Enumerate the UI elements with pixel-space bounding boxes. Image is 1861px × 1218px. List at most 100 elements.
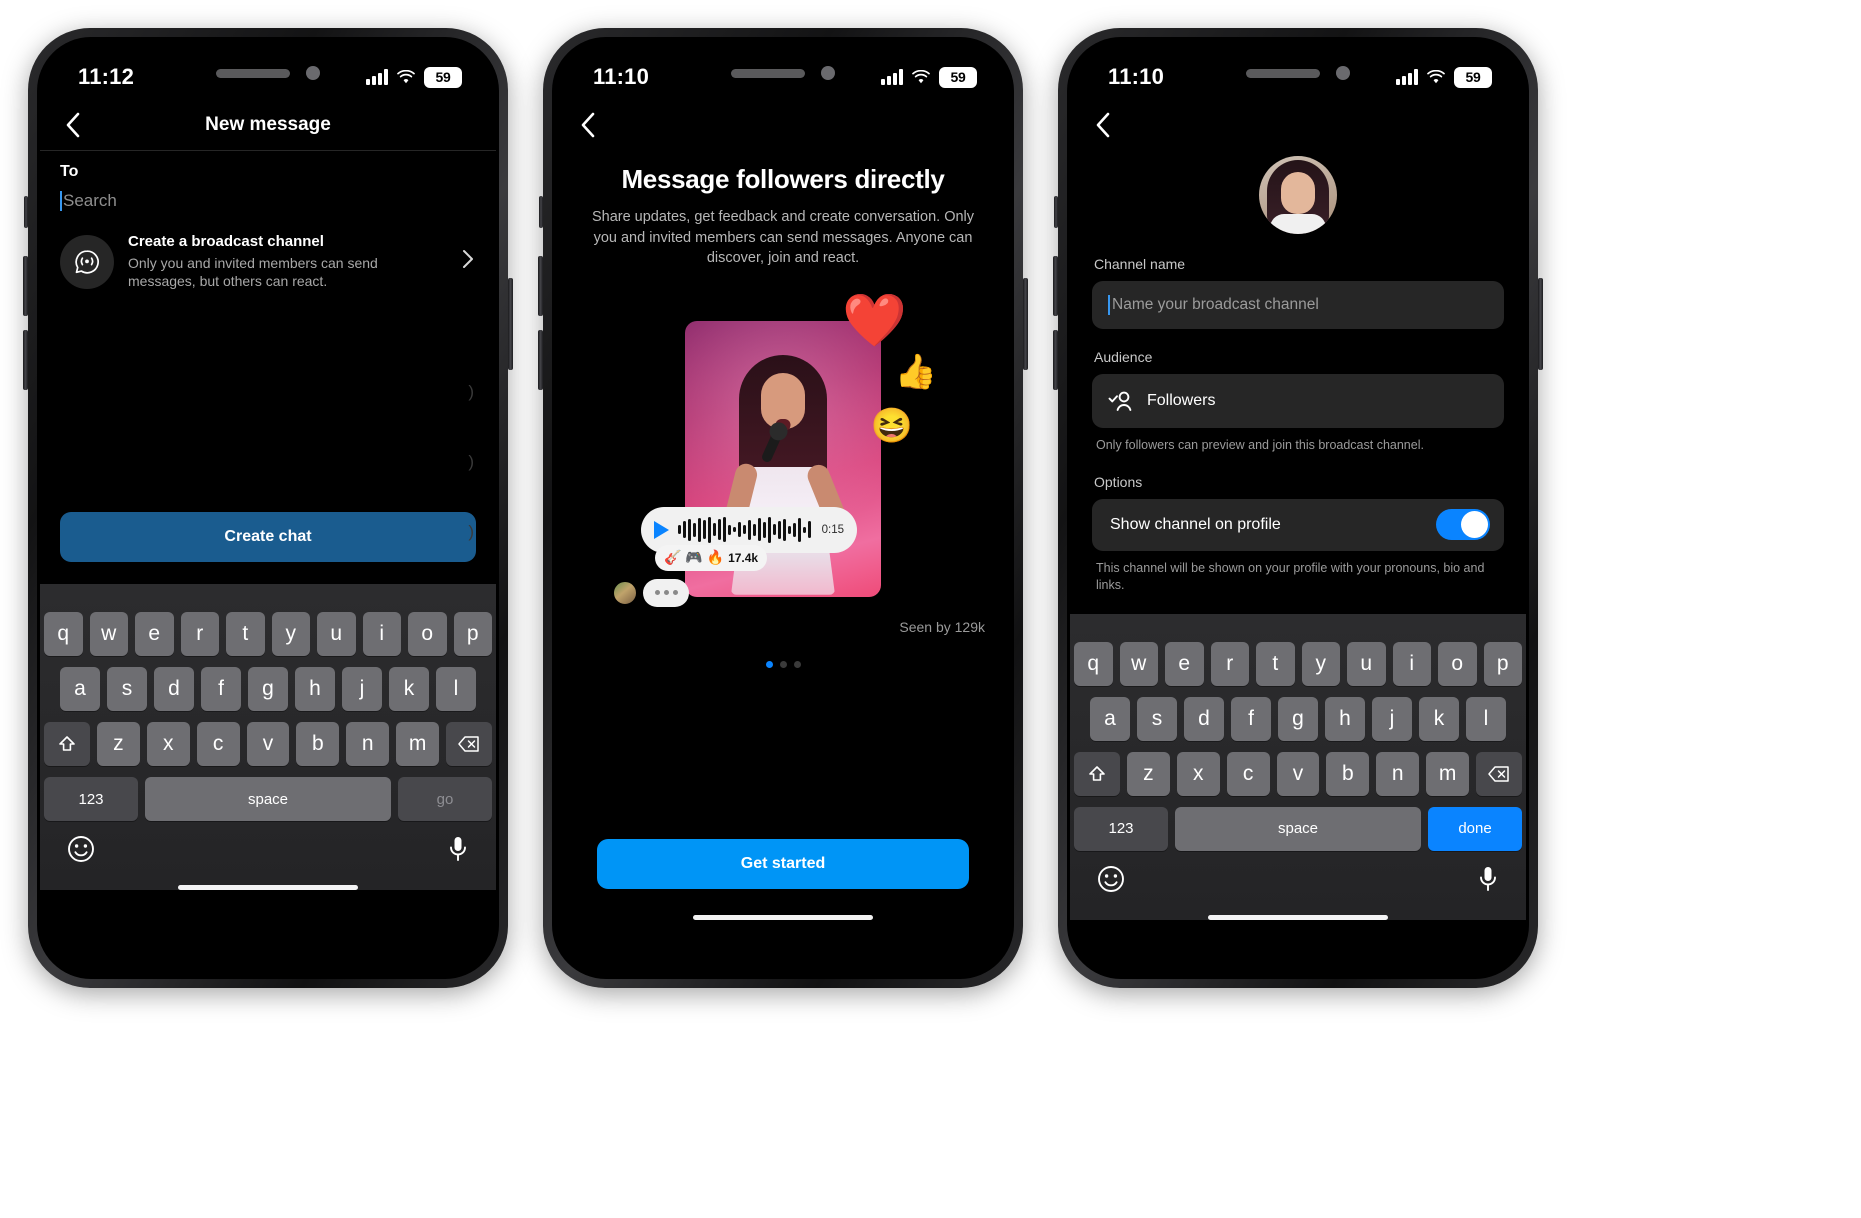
key-p[interactable]: p [1483, 641, 1522, 686]
key-q[interactable]: q [44, 612, 83, 657]
volume-up-button[interactable] [1053, 256, 1058, 316]
key-p[interactable]: p [453, 612, 492, 657]
channel-avatar[interactable] [1259, 156, 1337, 234]
key-c[interactable]: c [196, 722, 240, 767]
back-button[interactable] [573, 110, 603, 140]
key-q[interactable]: q [1074, 641, 1113, 686]
key-t[interactable]: t [226, 612, 265, 657]
predictive-text-bar[interactable] [1070, 620, 1526, 642]
avatar [613, 580, 637, 605]
key-a[interactable]: a [60, 667, 100, 712]
key-a[interactable]: a [1090, 696, 1130, 741]
key-y[interactable]: y [1301, 641, 1340, 686]
dictation-key[interactable] [1476, 864, 1500, 899]
audience-selector[interactable]: Followers [1092, 374, 1504, 428]
get-started-button[interactable]: Get started [597, 839, 969, 889]
key-b[interactable]: b [296, 722, 340, 767]
power-button[interactable] [508, 278, 513, 370]
key-m[interactable]: m [1426, 751, 1470, 796]
numbers-key[interactable]: 123 [44, 777, 138, 822]
key-c[interactable]: c [1226, 751, 1270, 796]
key-i[interactable]: i [1392, 641, 1431, 686]
key-l[interactable]: l [1466, 696, 1506, 741]
key-j[interactable]: j [1372, 696, 1412, 741]
predictive-text-bar[interactable] [40, 590, 496, 612]
search-input[interactable]: Search [40, 183, 496, 225]
key-v[interactable]: v [1276, 751, 1320, 796]
emoji-key[interactable] [66, 834, 96, 869]
volume-down-button[interactable] [538, 330, 543, 390]
key-u[interactable]: u [317, 612, 356, 657]
key-j[interactable]: j [342, 667, 382, 712]
key-b[interactable]: b [1326, 751, 1370, 796]
go-key[interactable]: go [398, 777, 492, 822]
broadcast-subtitle: Only you and invited members can send me… [128, 254, 378, 289]
key-o[interactable]: o [1438, 641, 1477, 686]
power-button[interactable] [1023, 278, 1028, 370]
key-u[interactable]: u [1347, 641, 1386, 686]
reaction-pill[interactable]: 🎸 🎮 🔥 17.4k [655, 544, 768, 571]
key-i[interactable]: i [362, 612, 401, 657]
key-g[interactable]: g [1278, 696, 1318, 741]
key-w[interactable]: w [1119, 641, 1158, 686]
play-icon[interactable] [654, 520, 669, 539]
done-key[interactable]: done [1428, 806, 1522, 851]
power-button[interactable] [1538, 278, 1543, 370]
key-r[interactable]: r [180, 612, 219, 657]
emoji-key[interactable] [1096, 864, 1126, 899]
key-k[interactable]: k [389, 667, 429, 712]
key-x[interactable]: x [1176, 751, 1220, 796]
key-t[interactable]: t [1256, 641, 1295, 686]
volume-up-button[interactable] [23, 256, 28, 316]
page-dot-active[interactable] [765, 660, 773, 668]
key-w[interactable]: w [89, 612, 128, 657]
key-e[interactable]: e [135, 612, 174, 657]
shift-key[interactable] [44, 722, 90, 767]
page-dot[interactable] [793, 660, 801, 668]
key-v[interactable]: v [246, 722, 290, 767]
numbers-key[interactable]: 123 [1074, 806, 1168, 851]
key-s[interactable]: s [1137, 696, 1177, 741]
key-f[interactable]: f [1231, 696, 1271, 741]
create-broadcast-channel-row[interactable]: Create a broadcast channel Only you and … [40, 225, 496, 300]
page-dot[interactable] [779, 660, 787, 668]
key-x[interactable]: x [146, 722, 190, 767]
mute-switch[interactable] [539, 196, 543, 228]
key-r[interactable]: r [1210, 641, 1249, 686]
key-d[interactable]: d [154, 667, 194, 712]
mute-switch[interactable] [24, 196, 28, 228]
dictation-key[interactable] [446, 834, 470, 869]
key-z[interactable]: z [97, 722, 140, 767]
space-key[interactable]: space [1175, 806, 1421, 851]
mute-switch[interactable] [1054, 196, 1058, 228]
shift-key[interactable] [1074, 751, 1120, 796]
key-n[interactable]: n [346, 722, 390, 767]
volume-down-button[interactable] [1053, 330, 1058, 390]
channel-name-input[interactable]: Name your broadcast channel [1092, 281, 1504, 329]
show-channel-toggle[interactable] [1436, 509, 1490, 541]
key-k[interactable]: k [1419, 696, 1459, 741]
key-z[interactable]: z [1127, 751, 1170, 796]
key-y[interactable]: y [271, 612, 310, 657]
key-l[interactable]: l [436, 667, 476, 712]
key-d[interactable]: d [1184, 696, 1224, 741]
backspace-key[interactable] [446, 722, 493, 767]
key-h[interactable]: h [295, 667, 335, 712]
key-f[interactable]: f [201, 667, 241, 712]
space-key[interactable]: space [145, 777, 391, 822]
volume-down-button[interactable] [23, 330, 28, 390]
notch [204, 56, 332, 90]
show-channel-on-profile-row[interactable]: Show channel on profile [1092, 498, 1504, 551]
key-s[interactable]: s [107, 667, 147, 712]
volume-up-button[interactable] [538, 256, 543, 316]
key-m[interactable]: m [396, 722, 440, 767]
backspace-key[interactable] [1476, 751, 1523, 796]
create-chat-button[interactable]: Create chat [60, 512, 476, 563]
key-n[interactable]: n [1376, 751, 1420, 796]
key-e[interactable]: e [1165, 641, 1204, 686]
key-o[interactable]: o [408, 612, 447, 657]
key-g[interactable]: g [248, 667, 288, 712]
key-h[interactable]: h [1325, 696, 1365, 741]
back-button[interactable] [1088, 110, 1118, 140]
back-button[interactable] [58, 110, 88, 140]
